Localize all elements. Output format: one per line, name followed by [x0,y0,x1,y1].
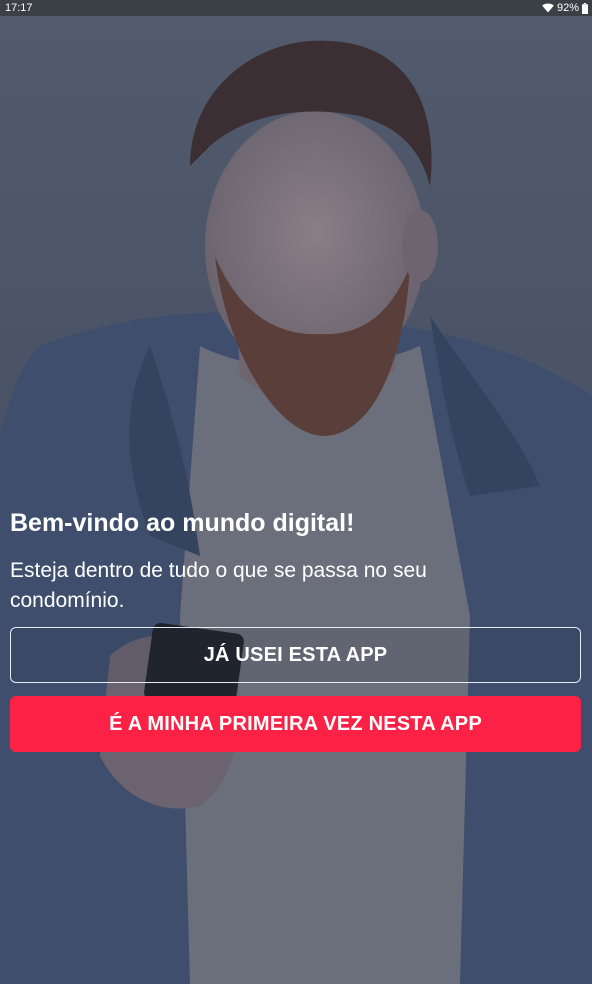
already-used-app-button[interactable]: JÁ USEI ESTA APP [10,627,581,683]
background-photo [0,16,592,984]
status-bar: 17:17 92% [0,0,592,16]
first-time-button[interactable]: É A MINHA PRIMEIRA VEZ NESTA APP [10,696,581,752]
welcome-subtitle: Esteja dentro de tudo o que se passa no … [10,559,427,612]
wifi-icon [542,3,554,13]
status-time: 17:17 [5,2,33,14]
battery-percent: 92% [556,2,579,14]
welcome-screen: 17:17 92% Bem-vindo ao mundo digital! Es… [0,0,592,984]
welcome-title: Bem-vindo ao mundo digital! [10,509,355,537]
battery-icon [582,2,588,14]
